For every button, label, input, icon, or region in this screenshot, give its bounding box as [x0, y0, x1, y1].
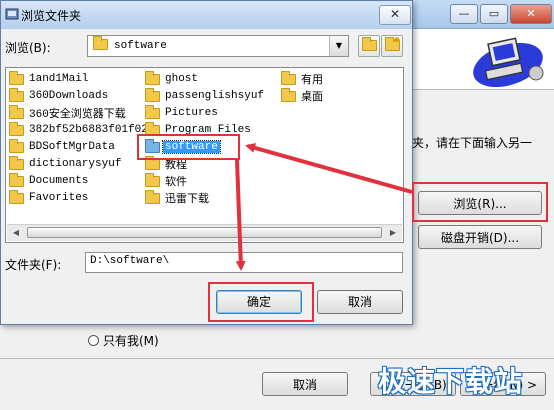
install-location-prompt: 夹，请在下面输入另一 [412, 136, 533, 150]
dialog-titlebar: 浏览文件夹 ✕ [1, 1, 412, 29]
folder-icon [281, 87, 296, 102]
list-item[interactable]: Program Files [145, 121, 253, 138]
setup-icon [5, 8, 19, 20]
folder-icon [145, 121, 160, 136]
list-item-selected[interactable]: software [145, 138, 221, 155]
folder-icon [9, 87, 24, 102]
folder-up-icon [362, 37, 377, 51]
list-item[interactable]: BDSoftMgrData [9, 138, 117, 155]
list-item[interactable]: 有用 [281, 70, 325, 87]
disk-space-button[interactable]: 磁盘开销(D)... [418, 225, 542, 249]
list-item[interactable]: 教程 [145, 155, 189, 172]
folder-icon [9, 155, 24, 170]
folder-icon [145, 70, 160, 85]
browse-label: 浏览(B): [5, 41, 51, 55]
scroll-right-icon[interactable]: ▶ [385, 226, 401, 240]
folder-icon [145, 155, 160, 170]
path-combobox[interactable]: software ▼ [87, 35, 349, 57]
watermark-text: 极速下载站 [378, 365, 524, 398]
folder-icon [9, 138, 24, 153]
watermark: 极速下载站 [378, 360, 523, 400]
list-item[interactable]: ghost [145, 70, 200, 87]
folder-icon [145, 189, 160, 204]
open-folder-icon [145, 138, 160, 153]
chevron-down-icon[interactable]: ▼ [329, 36, 348, 56]
list-item[interactable]: Pictures [145, 104, 220, 121]
radio-only-me[interactable]: 只有我(M) [88, 332, 159, 349]
minimize-button[interactable]: — [450, 4, 478, 24]
folder-path-input[interactable]: D:\software\ [85, 252, 403, 273]
ok-button[interactable]: 确定 [216, 290, 302, 314]
list-item[interactable]: 1and1Mail [9, 70, 90, 87]
list-item[interactable]: dictionarysyuf [9, 155, 123, 172]
folder-icon [9, 70, 24, 85]
list-item[interactable]: 360安全浏览器下载 [9, 104, 128, 121]
scroll-thumb[interactable] [27, 227, 382, 238]
folder-icon [145, 87, 160, 102]
radio-only-me-label: 只有我(M) [103, 334, 159, 348]
maximize-button[interactable]: ▭ [480, 4, 508, 24]
dialog-title: 浏览文件夹 [21, 9, 82, 23]
folder-icon [145, 104, 160, 119]
list-item[interactable]: 360Downloads [9, 87, 110, 104]
browse-folder-dialog: 浏览文件夹 ✕ 浏览(B): software ▼ ✸ 1and1Mail 36… [0, 0, 413, 325]
folder-icon [9, 172, 24, 187]
folder-list[interactable]: 1and1Mail 360Downloads 360安全浏览器下载 382bf5… [5, 67, 404, 243]
close-button[interactable]: ✕ [510, 4, 552, 24]
dialog-close-button[interactable]: ✕ [379, 5, 411, 25]
list-item[interactable]: 软件 [145, 172, 189, 189]
list-item[interactable]: 迅雷下载 [145, 189, 211, 206]
folder-icon [281, 70, 296, 85]
radio-circle[interactable] [88, 335, 99, 346]
list-item[interactable]: Favorites [9, 189, 90, 206]
divider [0, 358, 554, 359]
folder-label: 文件夹(F): [5, 258, 62, 272]
horizontal-scrollbar[interactable]: ◀ ▶ [7, 224, 402, 241]
installer-cancel-button[interactable]: 取消 [262, 372, 348, 396]
up-folder-button[interactable] [358, 35, 380, 57]
folder-icon [145, 172, 160, 187]
list-item[interactable]: 382bf52b6883f01f02 [9, 121, 150, 138]
sparkle-icon: ✸ [393, 36, 401, 46]
scroll-left-icon[interactable]: ◀ [8, 226, 24, 240]
folder-icon [9, 104, 24, 119]
list-item[interactable]: passenglishsyuf [145, 87, 266, 104]
computer-icon [473, 37, 544, 87]
cancel-button[interactable]: 取消 [317, 290, 403, 314]
folder-icon [9, 189, 24, 204]
folder-icon [93, 36, 108, 50]
list-item[interactable]: Documents [9, 172, 90, 189]
browse-button[interactable]: 浏览(R)... [418, 191, 542, 215]
new-folder-button[interactable]: ✸ [381, 35, 403, 57]
path-value: software [114, 40, 167, 52]
list-item[interactable]: 桌面 [281, 87, 325, 104]
folder-icon [9, 121, 24, 136]
